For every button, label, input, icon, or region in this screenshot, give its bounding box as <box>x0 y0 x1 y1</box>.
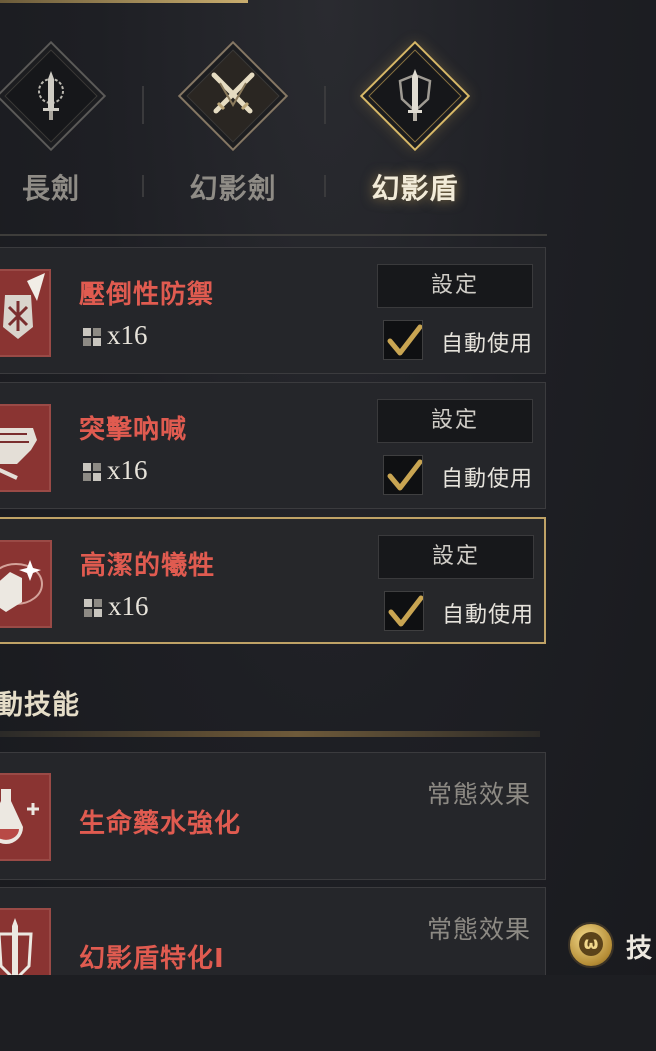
charge-shout-icon <box>0 404 51 492</box>
coin-icon: ω <box>579 932 603 956</box>
tab-divider <box>142 175 144 197</box>
skill-name: 生命藥水強化 <box>79 809 242 839</box>
tab-divider <box>324 86 326 124</box>
potion-icon <box>0 773 51 861</box>
skill-cost: x16 <box>107 455 148 485</box>
skill-point-icon <box>84 599 102 617</box>
tab-label: 幻影劍 <box>189 172 277 205</box>
auto-use-checkbox[interactable] <box>384 591 424 631</box>
skill-coin-label[interactable]: 技 <box>626 928 656 965</box>
weapon-tab-phantom-sword[interactable]: 幻影劍 <box>173 40 293 215</box>
longsword-icon <box>38 71 64 120</box>
skill-card-selected[interactable]: 高潔的犧牲 x16 設定 自動使用 <box>0 517 546 644</box>
auto-use-label: 自動使用 <box>442 603 535 628</box>
section-title: 動技能 <box>0 690 80 721</box>
auto-use-checkbox[interactable] <box>383 320 423 360</box>
skill-name: 高潔的犧牲 <box>80 551 216 581</box>
shield-sword-icon <box>398 69 432 121</box>
checkmark-icon <box>388 595 423 627</box>
skill-name: 突擊吶喊 <box>79 415 188 445</box>
set-button[interactable]: 設定 <box>377 399 533 443</box>
skill-name: 壓倒性防禦 <box>79 280 215 310</box>
auto-use-label: 自動使用 <box>441 332 534 357</box>
tab-divider <box>324 175 326 197</box>
skill-name: 幻影盾特化I <box>79 944 225 974</box>
skill-cost: x16 <box>107 320 148 350</box>
auto-use-checkbox[interactable] <box>383 455 423 495</box>
set-button[interactable]: 設定 <box>377 264 533 308</box>
section-divider <box>0 731 540 737</box>
tab-divider <box>142 86 144 124</box>
checkmark-icon <box>387 459 422 491</box>
auto-use-label: 自動使用 <box>441 467 534 492</box>
weapon-tab-phantom-shield[interactable]: 幻影盾 <box>355 40 475 215</box>
header-divider <box>0 234 547 236</box>
skill-cost: x16 <box>108 591 149 621</box>
skill-coin-button[interactable]: ω <box>568 922 614 968</box>
noble-sacrifice-icon <box>0 540 52 628</box>
passive-skill-card[interactable]: 生命藥水強化 常態效果 <box>0 752 546 880</box>
tab-label: 幻影盾 <box>371 172 459 205</box>
passive-tag: 常態效果 <box>426 915 531 944</box>
tab-label: 長劍 <box>21 172 80 205</box>
overwhelming-defense-icon <box>0 269 51 357</box>
list-clip-area <box>0 975 656 1051</box>
passive-tag: 常態效果 <box>426 780 531 809</box>
skill-card[interactable]: 壓倒性防禦 x16 設定 自動使用 <box>0 247 546 374</box>
skill-point-icon <box>83 328 101 346</box>
skill-card[interactable]: 突擊吶喊 x16 設定 自動使用 <box>0 382 546 509</box>
checkmark-icon <box>387 324 422 356</box>
weapon-tab-longsword[interactable]: 長劍 <box>0 40 111 215</box>
top-accent-line <box>0 0 248 3</box>
crossed-swords-icon <box>211 72 255 114</box>
set-button[interactable]: 設定 <box>378 535 534 579</box>
skill-point-icon <box>83 463 101 481</box>
